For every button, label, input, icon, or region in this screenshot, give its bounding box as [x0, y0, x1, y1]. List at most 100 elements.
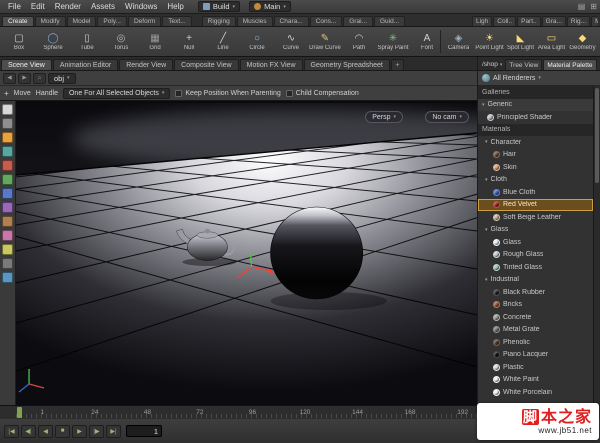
material-row[interactable]: ▾ Soft Beige Leather	[478, 211, 593, 224]
shelf-tab[interactable]: Deform	[127, 16, 162, 26]
right-shelf-tab[interactable]: Coll..	[493, 16, 517, 26]
material-row[interactable]: ▾ Rough Glass	[478, 249, 593, 262]
material-row[interactable]: ▾ Metal Grate	[478, 324, 593, 337]
pane-tab[interactable]: Geometry Spreadsheet	[303, 59, 390, 70]
pane-tab[interactable]: Composite View	[174, 59, 239, 70]
toolstrip-icon[interactable]	[2, 146, 13, 157]
home-button[interactable]: ⌂	[33, 72, 46, 84]
expand-icon[interactable]: ▾	[485, 177, 488, 183]
shop-path-chip[interactable]: /shop ▾	[479, 61, 505, 70]
toolstrip-icon[interactable]	[2, 272, 13, 283]
shelf-tool-button[interactable]: ◣ Spot Light	[505, 28, 536, 55]
playback-button[interactable]: ◀|	[21, 424, 36, 438]
scene-selector[interactable]: Main ▾	[249, 1, 291, 12]
right-shelf-tab[interactable]: Gra...	[541, 16, 566, 26]
playback-button[interactable]: ◀	[38, 424, 53, 438]
material-row[interactable]: ▾ Principled Shader	[478, 111, 593, 124]
shelf-tool-button[interactable]: ▭ Area Light	[536, 28, 567, 55]
playhead[interactable]	[17, 407, 22, 418]
shelf-tool-button[interactable]: ◎ Torus	[104, 28, 138, 55]
toolstrip-icon[interactable]	[2, 118, 13, 129]
pane-tab[interactable]: Scene View	[1, 59, 52, 70]
toolstrip-icon[interactable]	[2, 244, 13, 255]
expand-icon[interactable]: ▾	[485, 139, 488, 145]
right-pane-tab[interactable]: Material Palette	[543, 59, 597, 70]
material-row[interactable]: ▾ Concrete	[478, 311, 593, 324]
shelf-tool-button[interactable]: ○ Circle	[240, 28, 274, 55]
playback-button[interactable]: |▶	[89, 424, 104, 438]
add-pane-tab-button[interactable]: +	[390, 59, 404, 70]
toolstrip-icon[interactable]	[2, 104, 13, 115]
child-compensation-checkbox[interactable]: Child Compensation	[285, 89, 359, 97]
scrollbar[interactable]	[593, 86, 600, 405]
shelf-tool-button[interactable]: ✎ Draw Curve	[308, 28, 342, 55]
shelf-tab[interactable]: Chara...	[273, 16, 309, 26]
shelf-tool-button[interactable]: ◠ Path	[342, 28, 376, 55]
shelf-tool-button[interactable]: ▦ Grid	[138, 28, 172, 55]
handle-mode-select[interactable]: One For All Selected Objects ▾	[62, 87, 171, 99]
playback-button[interactable]: ▶	[72, 424, 87, 438]
menu-item[interactable]: Edit	[26, 2, 50, 11]
material-row[interactable]: ▾ Bricks	[478, 299, 593, 312]
back-button[interactable]: ◀	[3, 72, 16, 84]
material-row[interactable]: ▾ Blue Cloth	[478, 186, 593, 199]
right-shelf-tab[interactable]: Ligh	[472, 16, 493, 26]
renderer-filter[interactable]: All Renderers ▾	[478, 71, 600, 86]
material-row[interactable]: ▾ Cloth	[478, 174, 593, 187]
shelf-tab[interactable]: Rigging	[201, 16, 236, 26]
material-row[interactable]: ▾ White Porcelain	[478, 386, 593, 399]
pane-tab[interactable]: Render View	[119, 59, 174, 70]
toolstrip-icon[interactable]	[2, 258, 13, 269]
material-row[interactable]: ▾ Glass	[478, 236, 593, 249]
keep-position-checkbox[interactable]: Keep Position When Parenting	[175, 89, 281, 97]
shelf-tool-button[interactable]: ∿ Curve	[274, 28, 308, 55]
current-frame-field[interactable]: 1	[126, 425, 162, 437]
menu-item[interactable]: Assets	[86, 2, 120, 11]
right-pane-tab[interactable]: Tree View	[505, 59, 543, 70]
shelf-tool-button[interactable]: ☀ Point Light	[474, 28, 505, 55]
material-row[interactable]: ▾ Red Velvet	[478, 198, 593, 211]
menu-item[interactable]: File	[3, 2, 26, 11]
shelf-tab[interactable]: Grai...	[343, 16, 373, 26]
shelf-tool-button[interactable]: ✳ Spray Paint	[376, 28, 410, 55]
shelf-tab[interactable]: Muscles	[236, 16, 273, 26]
shelf-tab[interactable]: Text...	[162, 16, 192, 26]
viewport-3d-scene[interactable]	[16, 101, 477, 405]
layout-grid-icon[interactable]: ⊞	[590, 2, 597, 11]
toolstrip-icon[interactable]	[2, 132, 13, 143]
menu-item[interactable]: Render	[50, 2, 86, 11]
right-shelf-tab[interactable]: Rig...	[566, 16, 591, 26]
camera-select[interactable]: No cam ▾	[425, 111, 469, 123]
material-row[interactable]: ▾ Galleries	[478, 86, 593, 99]
toolstrip-icon[interactable]	[2, 216, 13, 227]
shelf-tool-button[interactable]: A Font	[410, 28, 438, 55]
shelf-tool-button[interactable]: ╱ Line	[206, 28, 240, 55]
shelf-tab[interactable]: Cons...	[309, 16, 343, 26]
material-row[interactable]: ▾ Hair	[478, 149, 593, 162]
material-row[interactable]: ▾ Skin	[478, 161, 593, 174]
material-row[interactable]: ▾ Phenolic	[478, 336, 593, 349]
toolstrip-icon[interactable]	[2, 160, 13, 171]
expand-icon[interactable]: ▾	[485, 227, 488, 233]
panes-icon[interactable]: ▤	[578, 2, 586, 11]
playback-button[interactable]: ▶|	[106, 424, 121, 438]
shelf-tool-button[interactable]: ◆ Geometry	[567, 28, 598, 55]
shelf-tab[interactable]: Create	[2, 16, 34, 26]
shelf-tab[interactable]: Modify	[34, 16, 66, 26]
menu-item[interactable]: Help	[162, 2, 188, 11]
material-row[interactable]: ▾ Glass	[478, 224, 593, 237]
pane-tab[interactable]: Animation Editor	[52, 59, 119, 70]
expand-icon[interactable]: ▾	[482, 102, 485, 108]
material-row[interactable]: ▾ Generic	[478, 98, 593, 111]
material-row[interactable]: ▾ Plastic	[478, 361, 593, 374]
material-row[interactable]: ▾ White Paint	[478, 374, 593, 387]
shelf-tool-button[interactable]: ◈ Camera	[443, 28, 474, 55]
shelf-tool-button[interactable]: ◯ Sphere	[36, 28, 70, 55]
material-row[interactable]: ▾ Materials	[478, 123, 593, 136]
handle-label[interactable]: Handle	[36, 90, 58, 97]
shelf-tab[interactable]: Model	[66, 16, 97, 26]
shelf-tool-button[interactable]: + Null	[172, 28, 206, 55]
viewport-3d[interactable]: Persp ▾ No cam ▾	[16, 101, 477, 405]
material-row[interactable]: ▾ Black Rubber	[478, 286, 593, 299]
playback-button[interactable]: |◀	[4, 424, 19, 438]
